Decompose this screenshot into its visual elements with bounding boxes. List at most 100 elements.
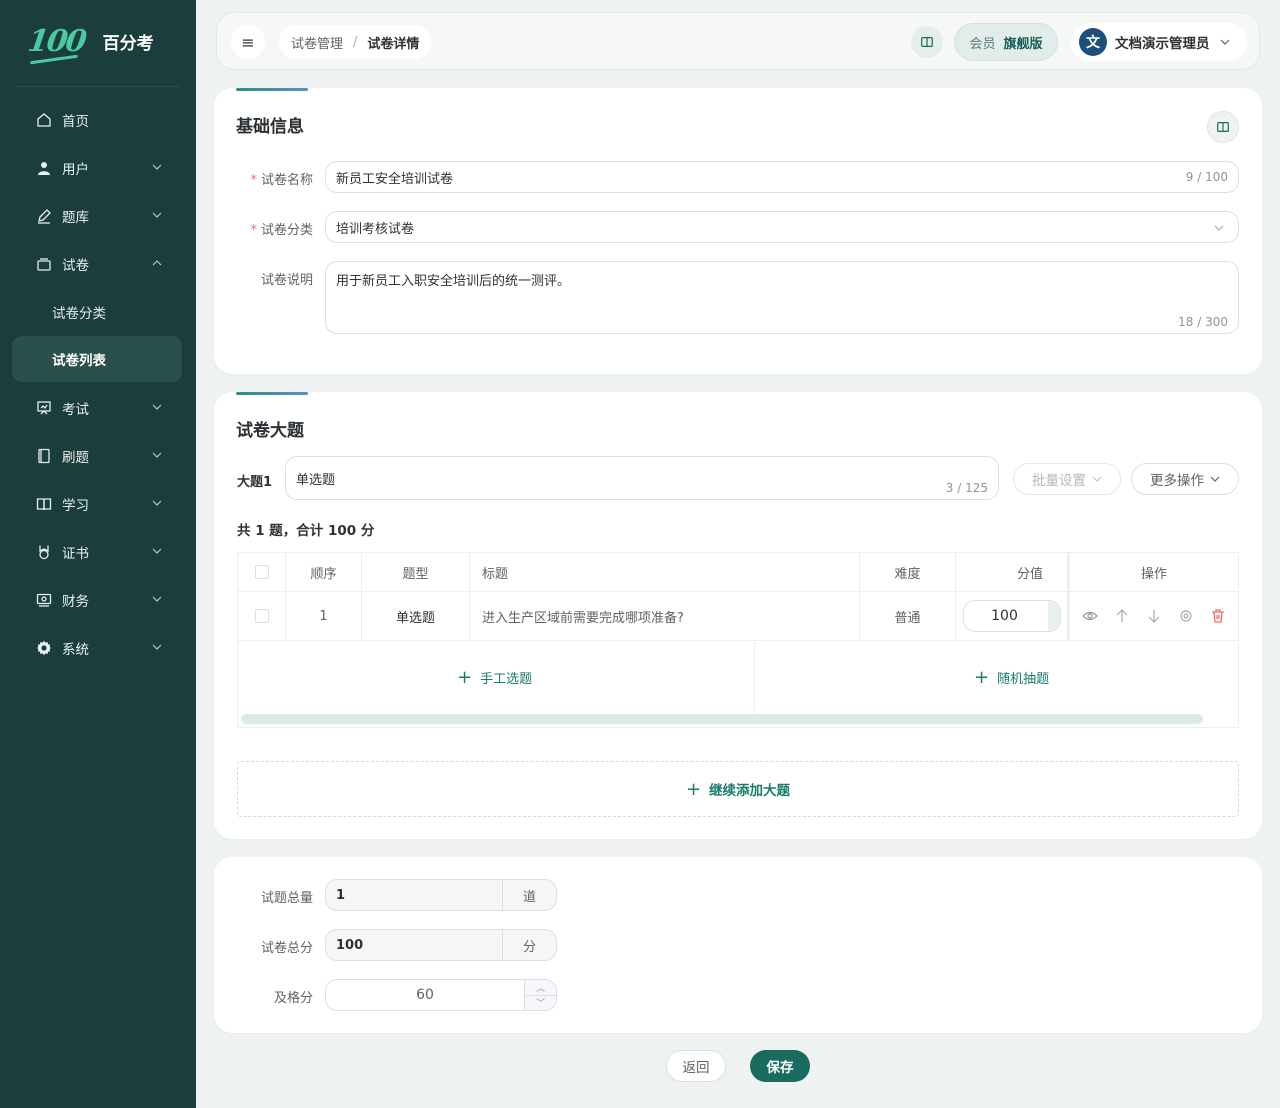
breadcrumb-item[interactable]: 试卷管理 xyxy=(291,33,343,52)
decrease-icon[interactable]: ﹀ xyxy=(525,996,556,1011)
header-difficulty: 难度 xyxy=(860,553,956,591)
pass-score-label: 及格分 xyxy=(273,991,313,1006)
menu-toggle-button[interactable]: ≡ xyxy=(231,25,265,59)
breadcrumb-current: 试卷详情 xyxy=(367,36,420,52)
presentation-icon xyxy=(36,400,52,416)
sidebar-item-home[interactable]: 首页 xyxy=(12,98,182,142)
chevron-down-icon xyxy=(152,644,162,650)
pen-icon xyxy=(36,208,52,224)
score-stepper[interactable]: 100 xyxy=(962,600,1061,632)
select-all-checkbox[interactable] xyxy=(254,565,269,579)
sidebar: 100 百分考 首页 用户 题库 试卷 试卷分类 试卷列表 考试 刷题 学习 证… xyxy=(0,0,196,1108)
book-icon xyxy=(1217,122,1229,132)
table-row: 1 单选题 进入生产区域前需要完成哪项准备? 普通 100 xyxy=(238,592,1238,641)
save-label: 保存 xyxy=(766,1060,794,1076)
sidebar-item-system[interactable]: 系统 xyxy=(12,626,182,670)
paper-category-value: 培训考核试卷 xyxy=(336,221,415,237)
header-title: 标题 xyxy=(470,553,860,591)
brand-logo[interactable]: 100 百分考 xyxy=(26,24,154,65)
stepper-handle[interactable] xyxy=(1047,601,1060,631)
table-horizontal-scrollbar[interactable] xyxy=(241,714,1203,724)
row-checkbox[interactable] xyxy=(254,609,269,623)
manual-pick-button[interactable]: + 手工选题 xyxy=(457,667,532,688)
paper-category-select[interactable]: 培训考核试卷 xyxy=(325,211,1239,243)
header-score: 分值 xyxy=(956,553,1068,591)
paper-desc-label: 试卷说明 xyxy=(260,273,313,288)
chevron-down-icon xyxy=(152,404,162,410)
view-icon[interactable] xyxy=(1082,608,1098,624)
docs-button[interactable] xyxy=(911,26,943,58)
batch-settings-button[interactable]: 批量设置 xyxy=(1013,463,1121,495)
vip-badge[interactable]: 会员 旗舰版 xyxy=(954,23,1058,61)
sidebar-item-exam[interactable]: 考试 xyxy=(12,386,182,430)
section-name-value: 单选题 xyxy=(296,473,336,488)
pass-score-stepper[interactable]: 60 ︿ ﹀ xyxy=(325,979,557,1011)
paper-desc-textarea[interactable]: 用于新员工入职安全培训后的统一测评。 18 / 300 xyxy=(325,261,1239,334)
increase-icon[interactable]: ︿ xyxy=(525,980,556,996)
chevron-down-icon xyxy=(152,500,162,506)
header-actions: 操作 xyxy=(1068,553,1238,591)
sidebar-item-label: 用户 xyxy=(62,162,89,178)
chevron-down-icon xyxy=(152,452,162,458)
paper-name-input[interactable]: 新员工安全培训试卷 9 / 100 xyxy=(325,161,1239,193)
hamburger-icon: ≡ xyxy=(241,32,255,52)
paper-category-label: * 试卷分类 xyxy=(250,223,313,238)
row-type: 单选题 xyxy=(362,592,470,640)
question-count-value: 1 xyxy=(336,887,346,903)
sidebar-subitem-paper-category[interactable]: 试卷分类 xyxy=(12,289,182,335)
sidebar-item-label: 系统 xyxy=(62,642,89,658)
more-actions-button[interactable]: 更多操作 xyxy=(1131,463,1239,495)
section-summary: 共 1 题，合计 100 分 xyxy=(237,523,375,539)
row-score-cell: 100 xyxy=(956,592,1068,640)
total-score-label: 试卷总分 xyxy=(260,941,313,956)
delete-icon[interactable] xyxy=(1210,608,1226,624)
row-actions xyxy=(1068,592,1238,640)
home-icon xyxy=(36,112,52,128)
save-button[interactable]: 保存 xyxy=(750,1050,810,1082)
batch-settings-label: 批量设置 xyxy=(1032,473,1086,489)
sidebar-subitem-paper-list[interactable]: 试卷列表 xyxy=(12,336,182,382)
sidebar-item-finance[interactable]: 财务 xyxy=(12,578,182,622)
notebook-icon xyxy=(36,448,52,464)
card-accent-bar xyxy=(236,88,308,91)
paper-icon xyxy=(36,256,52,272)
book-icon xyxy=(36,496,52,512)
sidebar-subitem-label: 试卷列表 xyxy=(52,353,106,369)
sidebar-item-study[interactable]: 学习 xyxy=(12,482,182,526)
paper-sections-title: 试卷大题 xyxy=(236,421,304,441)
move-up-icon[interactable] xyxy=(1114,608,1130,624)
sidebar-item-question-bank[interactable]: 题库 xyxy=(12,194,182,238)
sidebar-item-practice[interactable]: 刷题 xyxy=(12,434,182,478)
basic-info-title: 基础信息 xyxy=(236,117,304,137)
table-header-row: 顺序 题型 标题 难度 分值 操作 xyxy=(238,553,1238,592)
manual-pick-label: 手工选题 xyxy=(480,672,533,687)
chevron-down-icon xyxy=(152,548,162,554)
brand-name: 百分考 xyxy=(102,34,154,54)
breadcrumb: 试卷管理 / 试卷详情 xyxy=(279,25,432,59)
add-section-button[interactable]: + 继续添加大题 xyxy=(237,761,1239,817)
help-doc-button[interactable] xyxy=(1207,111,1239,143)
wallet-icon xyxy=(36,592,52,608)
paper-desc-value: 用于新员工入职安全培训后的统一测评。 xyxy=(336,274,571,289)
chevron-up-icon xyxy=(152,260,162,266)
sidebar-item-certificate[interactable]: 证书 xyxy=(12,530,182,574)
back-label: 返回 xyxy=(682,1060,710,1076)
sidebar-item-user[interactable]: 用户 xyxy=(12,146,182,190)
settings-icon[interactable] xyxy=(1178,608,1194,624)
vip-tier: 旗舰版 xyxy=(1003,36,1043,52)
questions-table: 顺序 题型 标题 难度 分值 操作 1 单选题 进入生产区域前需要完成哪项准备?… xyxy=(237,552,1239,728)
chevron-down-icon xyxy=(1092,476,1102,482)
back-button[interactable]: 返回 xyxy=(666,1050,726,1082)
question-count-field: 1 道 xyxy=(325,879,557,911)
top-bar: ≡ 试卷管理 / 试卷详情 会员 旗舰版 文 文档演示管理员 xyxy=(216,12,1260,70)
sidebar-item-paper[interactable]: 试卷 xyxy=(12,242,182,286)
select-all-cell xyxy=(238,553,286,591)
score-value: 100 xyxy=(991,608,1018,624)
sidebar-item-label: 证书 xyxy=(62,546,89,562)
total-score-value: 100 xyxy=(336,937,364,953)
sidebar-item-label: 试卷 xyxy=(62,258,89,274)
user-menu[interactable]: 文 文档演示管理员 xyxy=(1071,23,1247,61)
move-down-icon[interactable] xyxy=(1146,608,1162,624)
random-pick-button[interactable]: + 随机抽题 xyxy=(974,667,1049,688)
section-name-input[interactable]: 单选题 3 / 125 xyxy=(285,456,999,500)
